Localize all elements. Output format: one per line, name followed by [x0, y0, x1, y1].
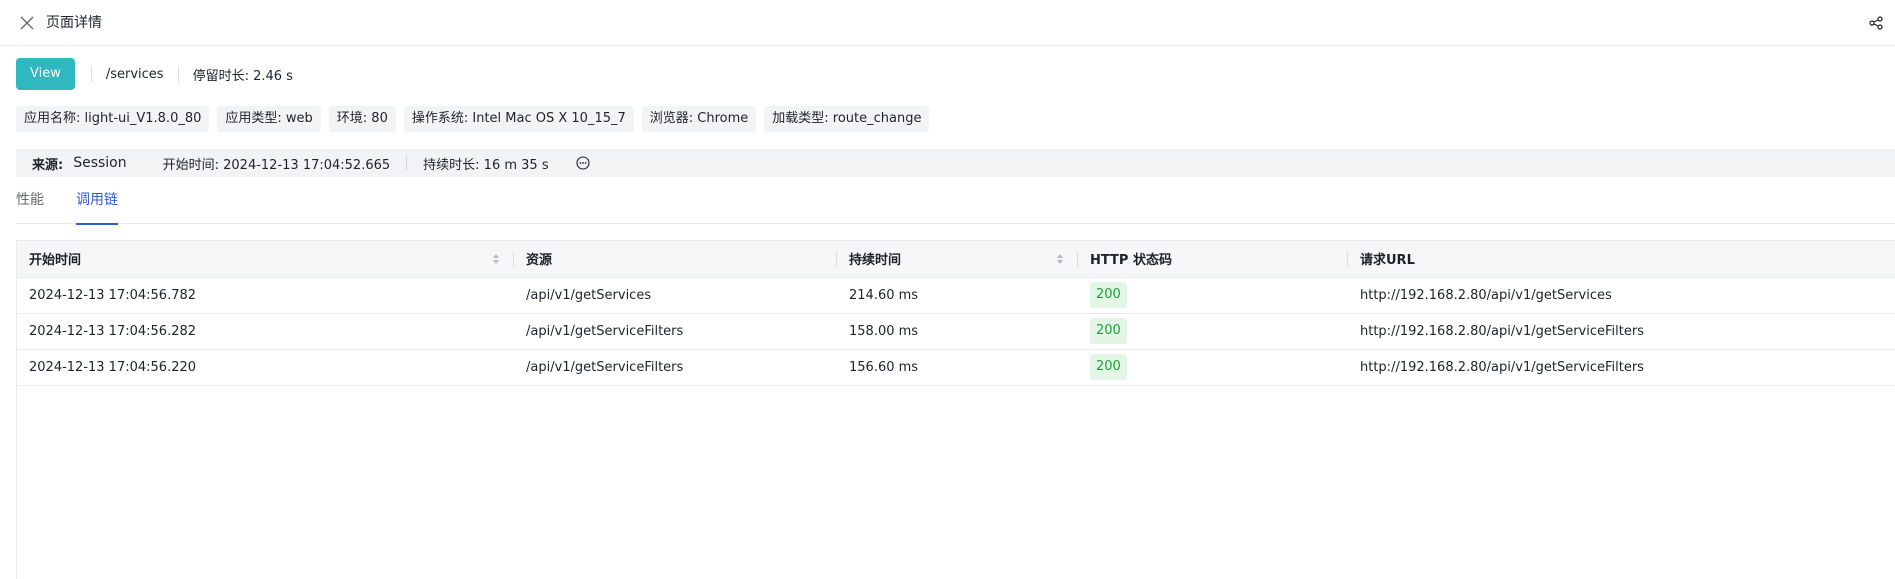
sort-icon[interactable] — [492, 253, 500, 265]
cell-http-status: 200 — [1078, 277, 1348, 314]
tag-app-name: 应用名称: light-ui_V1.8.0_80 — [16, 106, 210, 132]
column-header-start-time[interactable]: 开始时间 — [17, 241, 514, 278]
tab-performance[interactable]: 性能 — [16, 188, 44, 224]
column-header-label: 开始时间 — [29, 253, 82, 269]
cell-start-time: 2024-12-13 17:04:56.220 — [17, 349, 514, 386]
share-icon[interactable] — [1865, 12, 1887, 34]
tabs: 性能 调用链 — [16, 188, 1895, 225]
more-circle-icon[interactable] — [575, 155, 591, 171]
stay-duration: 停留时长: 2.46 s — [192, 68, 293, 84]
column-header-label: 持续时间 — [849, 253, 902, 269]
cell-resource: /api/v1/getServiceFilters — [514, 349, 837, 386]
session-duration: 持续时长: 16 m 35 s — [423, 157, 549, 173]
column-header-label: HTTP 状态码 — [1090, 253, 1172, 269]
cell-resource: /api/v1/getServiceFilters — [514, 313, 837, 350]
close-icon[interactable] — [16, 12, 38, 34]
page-path: /services — [105, 66, 164, 82]
cell-request-url: http://192.168.2.80/api/v1/getServices — [1348, 277, 1895, 314]
session-start-time: 开始时间: 2024-12-13 17:04:52.665 — [162, 157, 391, 173]
table-header-row: 开始时间 资源 持续时间 HTTP 状态码 请求URL — [17, 241, 1895, 278]
cell-resource: /api/v1/getServices — [514, 277, 837, 314]
source-bar: 来源: Session 开始时间: 2024-12-13 17:04:52.66… — [16, 149, 1895, 177]
cell-request-url: http://192.168.2.80/api/v1/getServiceFil… — [1348, 349, 1895, 386]
cell-request-url: http://192.168.2.80/api/v1/getServiceFil… — [1348, 313, 1895, 350]
view-button[interactable]: View — [16, 58, 75, 90]
drawer-header: 页面详情 — [0, 0, 1895, 46]
table-row[interactable]: 2024-12-13 17:04:56.782 /api/v1/getServi… — [17, 277, 1895, 314]
tag-load-type: 加载类型: route_change — [764, 106, 930, 132]
tab-call-chain[interactable]: 调用链 — [76, 188, 118, 225]
cell-http-status: 200 — [1078, 313, 1348, 350]
cell-duration: 214.60 ms — [837, 277, 1078, 314]
source-value: Session — [73, 155, 127, 171]
divider — [177, 66, 179, 82]
divider — [90, 66, 92, 82]
column-header-label: 请求URL — [1360, 253, 1415, 269]
divider — [406, 156, 408, 170]
cell-duration: 156.60 ms — [837, 349, 1078, 386]
tag-app-type: 应用类型: web — [217, 106, 321, 132]
table-row[interactable]: 2024-12-13 17:04:56.220 /api/v1/getServi… — [17, 349, 1895, 386]
tag-os: 操作系统: Intel Mac OS X 10_15_7 — [403, 106, 634, 132]
status-badge: 200 — [1090, 318, 1127, 344]
call-chain-table: 开始时间 资源 持续时间 HTTP 状态码 请求URL 2024-12-13 1… — [16, 240, 1895, 579]
sort-icon[interactable] — [1056, 253, 1064, 265]
source-label: 来源: — [32, 157, 64, 173]
cell-duration: 158.00 ms — [837, 313, 1078, 350]
column-header-resource: 资源 — [514, 241, 837, 278]
cell-start-time: 2024-12-13 17:04:56.282 — [17, 313, 514, 350]
cell-start-time: 2024-12-13 17:04:56.782 — [17, 277, 514, 314]
column-header-request-url: 请求URL — [1348, 241, 1895, 278]
column-header-http-status: HTTP 状态码 — [1078, 241, 1348, 278]
column-header-duration[interactable]: 持续时间 — [837, 241, 1078, 278]
status-badge: 200 — [1090, 354, 1127, 380]
column-header-label: 资源 — [526, 253, 553, 269]
page-title: 页面详情 — [46, 15, 102, 31]
cell-http-status: 200 — [1078, 349, 1348, 386]
tag-browser: 浏览器: Chrome — [641, 106, 757, 132]
status-badge: 200 — [1090, 282, 1127, 308]
tag-env: 环境: 80 — [328, 106, 396, 132]
page-summary: View /services 停留时长: 2.46 s — [16, 58, 293, 90]
table-row[interactable]: 2024-12-13 17:04:56.282 /api/v1/getServi… — [17, 313, 1895, 350]
attribute-tags: 应用名称: light-ui_V1.8.0_80 应用类型: web 环境: 8… — [16, 106, 930, 132]
